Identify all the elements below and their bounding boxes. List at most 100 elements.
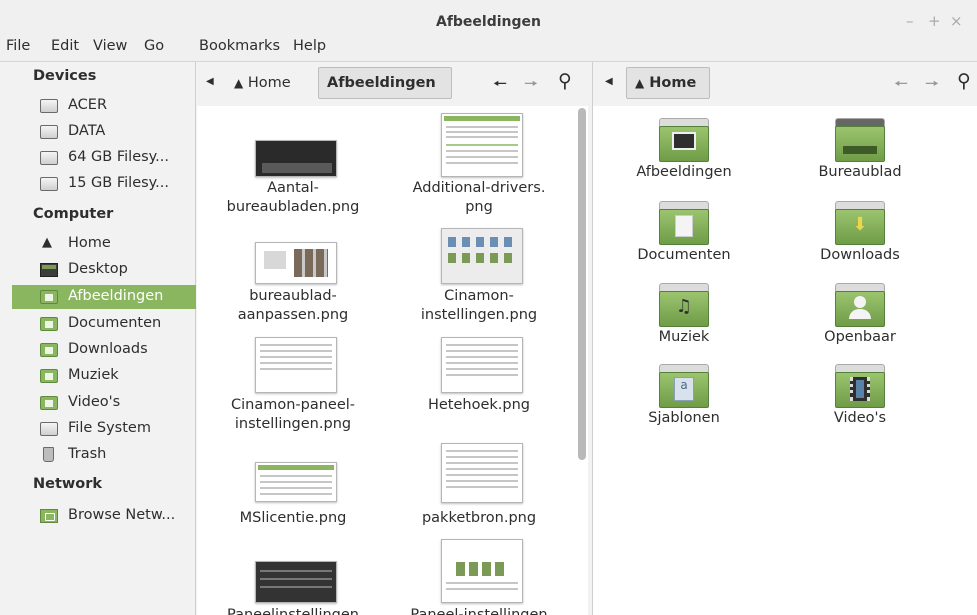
sidebar-item-home[interactable]: ▲ Home [12, 232, 196, 256]
folder-label: Muziek [658, 329, 710, 345]
file-item[interactable]: bureaublad- aanpassen.png [198, 226, 388, 331]
menu-edit[interactable]: Edit [51, 38, 79, 54]
forward-arrow-icon[interactable]: 🠖 [925, 73, 939, 100]
sidebar-item-downloads[interactable]: Downloads [12, 338, 196, 362]
sidebar-item-muziek[interactable]: Muziek [12, 364, 196, 388]
sidebar-item-acer[interactable]: ACER [12, 94, 196, 118]
right-file-pane[interactable]: Afbeeldingen Bureaublad Documenten ⬇ Dow… [593, 106, 977, 615]
maximize-button[interactable]: + [928, 12, 941, 30]
sidebar-item-label: Trash [68, 446, 107, 462]
sidebar-item-file-system[interactable]: File System [12, 417, 196, 441]
sidebar-item-label: ACER [68, 97, 108, 113]
sidebar-item-data[interactable]: DATA [12, 120, 196, 144]
file-name: png [465, 199, 493, 215]
search-icon[interactable]: ⚲ [558, 70, 572, 92]
folder-muziek[interactable]: ♫ Muziek [609, 283, 759, 353]
folder-openbaar[interactable]: Openbaar [785, 283, 935, 353]
desktop-icon [40, 263, 58, 277]
breadcrumb-scroll-left-icon[interactable]: ◀ [206, 76, 214, 87]
file-item[interactable]: MSlicentie.png [198, 442, 388, 542]
sidebar-item-afbeeldingen[interactable]: Afbeeldingen [12, 285, 196, 309]
folder-sjablonen[interactable]: a Sjablonen [609, 364, 759, 434]
folder-videos[interactable]: Video's [785, 364, 935, 434]
folder-documenten[interactable]: Documenten [609, 201, 759, 271]
left-toolbar: ◀ ▲ Home Afbeeldingen 🠔 🠖 ⚲ [197, 62, 592, 106]
file-item[interactable]: Hetehoek.png [384, 332, 574, 442]
videos-folder-icon [40, 396, 58, 410]
sidebar-item-label: Home [68, 235, 111, 251]
breadcrumb-scroll-left-icon[interactable]: ◀ [605, 76, 613, 87]
sidebar-item-videos[interactable]: Video's [12, 391, 196, 415]
drive-icon [40, 422, 58, 436]
window-title: Afbeeldingen [435, 14, 541, 30]
file-item[interactable]: Additional-drivers. png [384, 106, 574, 226]
title-bar: Afbeeldingen – + × [0, 0, 977, 36]
documents-folder-icon [659, 201, 709, 245]
sidebar-item-label: Browse Netw... [68, 507, 176, 523]
file-thumbnail [255, 242, 337, 284]
file-name: instellingen.png [234, 416, 352, 432]
folder-label: Video's [833, 410, 887, 426]
computer-heading: Computer [33, 206, 114, 222]
file-thumbnail [441, 113, 523, 177]
sidebar-item-label: File System [68, 420, 151, 436]
breadcrumb-afbeeldingen[interactable]: Afbeeldingen [318, 67, 452, 99]
desktop-folder-icon [835, 118, 885, 162]
drive-icon [40, 125, 58, 139]
file-thumbnail [441, 539, 523, 603]
file-item[interactable]: Cinamon- instellingen.png [384, 226, 574, 331]
menu-help[interactable]: Help [293, 38, 326, 54]
sidebar-item-15gb[interactable]: 15 GB Filesy... [12, 172, 196, 196]
sidebar-item-label: 64 GB Filesy... [68, 149, 170, 165]
file-name: Paneel-instellingen [410, 607, 548, 615]
file-thumbnail [441, 443, 523, 503]
file-item[interactable]: pakketbron.png [384, 442, 574, 542]
sidebar-item-64gb[interactable]: 64 GB Filesy... [12, 146, 196, 170]
sidebar-item-desktop[interactable]: Desktop [12, 258, 196, 282]
file-item[interactable]: Aantal- bureaubladen.png [198, 106, 388, 226]
templates-folder-icon: a [659, 364, 709, 408]
back-arrow-icon[interactable]: 🠔 [493, 73, 507, 100]
menu-bar: File Edit View Go Bookmarks Help [0, 36, 977, 62]
back-arrow-icon[interactable]: 🠔 [894, 73, 908, 100]
file-item[interactable]: Cinamon-paneel- instellingen.png [198, 332, 388, 442]
file-thumbnail [255, 337, 337, 393]
folder-label: Documenten [637, 247, 731, 263]
sidebar-item-documenten[interactable]: Documenten [12, 312, 196, 336]
breadcrumb-label: Home [247, 75, 291, 91]
sidebar-item-browse-network[interactable]: Browse Netw... [12, 504, 196, 528]
videos-folder-icon [835, 364, 885, 408]
menu-file[interactable]: File [6, 38, 30, 54]
folder-label: Downloads [820, 247, 900, 263]
documents-folder-icon [40, 317, 58, 331]
file-name: bureaubladen.png [226, 199, 360, 215]
sidebar: Devices ACER DATA 64 GB Filesy... 15 GB … [0, 62, 196, 615]
public-folder-icon [835, 283, 885, 327]
minimize-button[interactable]: – [906, 12, 914, 30]
drive-icon [40, 177, 58, 191]
search-icon[interactable]: ⚲ [957, 70, 971, 92]
menu-go[interactable]: Go [144, 38, 164, 54]
file-name: Paneelinstellingen [226, 607, 359, 615]
menu-bookmarks[interactable]: Bookmarks [199, 38, 280, 54]
menu-view[interactable]: View [93, 38, 127, 54]
left-file-pane[interactable]: Aantal- bureaubladen.png Additional-driv… [197, 106, 574, 615]
file-item[interactable]: Paneel-instellingen [384, 539, 574, 615]
folder-afbeeldingen[interactable]: Afbeeldingen [609, 118, 759, 188]
downloads-folder-icon [40, 343, 58, 357]
folder-downloads[interactable]: ⬇ Downloads [785, 201, 935, 271]
pictures-folder-icon [659, 118, 709, 162]
right-toolbar: ◀ ▲ Home 🠔 🠖 ⚲ [593, 62, 977, 106]
scrollbar-thumb[interactable] [578, 108, 586, 460]
sidebar-item-label: Video's [68, 394, 121, 410]
file-item[interactable]: Paneelinstellingen [198, 544, 388, 615]
folder-bureaublad[interactable]: Bureaublad [785, 118, 935, 188]
folder-label: Bureaublad [818, 164, 902, 180]
breadcrumb-home[interactable]: ▲ Home [626, 67, 710, 99]
file-name: aanpassen.png [237, 307, 349, 323]
sidebar-item-trash[interactable]: Trash [12, 443, 196, 467]
close-button[interactable]: × [950, 12, 963, 30]
file-name: MSlicentie.png [239, 510, 347, 526]
forward-arrow-icon[interactable]: 🠖 [524, 73, 538, 100]
breadcrumb-home[interactable]: ▲ Home [225, 67, 311, 99]
